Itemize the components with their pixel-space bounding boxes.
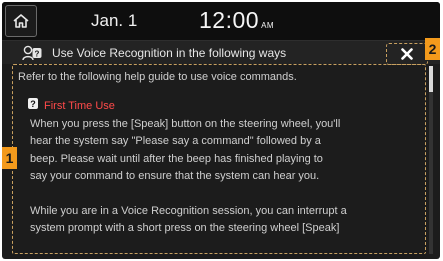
intro-text: Refer to the following help guide to use… <box>18 71 297 83</box>
clock: 12:00 AM <box>199 7 274 34</box>
section-header: ? First Time Use <box>18 97 420 116</box>
paragraph-line: system prompt with a short press on the … <box>30 222 340 234</box>
home-button[interactable] <box>5 5 37 37</box>
scrollbar-thumb[interactable] <box>429 66 433 92</box>
paragraph-line: hear the system say "Please say a comman… <box>30 135 321 147</box>
scrollbar[interactable] <box>429 66 433 254</box>
help-text: Refer to the following help guide to use… <box>18 69 420 238</box>
svg-text:?: ? <box>30 99 36 109</box>
svg-text:?: ? <box>35 50 40 59</box>
time-display: 12:00 <box>199 7 260 33</box>
dialog-title: Use Voice Recognition in the following w… <box>52 46 287 60</box>
paragraph-line: When you press the [Speak] button on the… <box>30 117 341 130</box>
status-bar: Jan. 1 12:00 AM <box>2 2 440 41</box>
paragraph-line: say your command to ensure that the syst… <box>30 170 320 182</box>
home-icon <box>13 14 29 28</box>
callout-badge-1: 1 <box>2 147 17 169</box>
section-title: First Time Use <box>44 99 115 112</box>
help-content-area[interactable]: Refer to the following help guide to use… <box>12 64 426 254</box>
voice-recognition-icon: ? <box>22 45 42 66</box>
dialog-title-bar: ? Use Voice Recognition in the following… <box>2 41 440 66</box>
date-display: Jan. 1 <box>91 11 138 30</box>
close-button[interactable] <box>386 43 428 65</box>
screen: Jan. 1 12:00 AM ? Use Voice Recognition i… <box>2 2 440 259</box>
close-icon <box>401 48 413 60</box>
ampm-indicator: AM <box>261 21 275 30</box>
paragraph-line: While you are in a Voice Recognition ses… <box>30 204 347 217</box>
help-icon: ? <box>28 97 38 116</box>
callout-badge-2: 2 <box>425 38 440 60</box>
paragraph-line: beep. Please wait until after the beep h… <box>30 152 323 165</box>
